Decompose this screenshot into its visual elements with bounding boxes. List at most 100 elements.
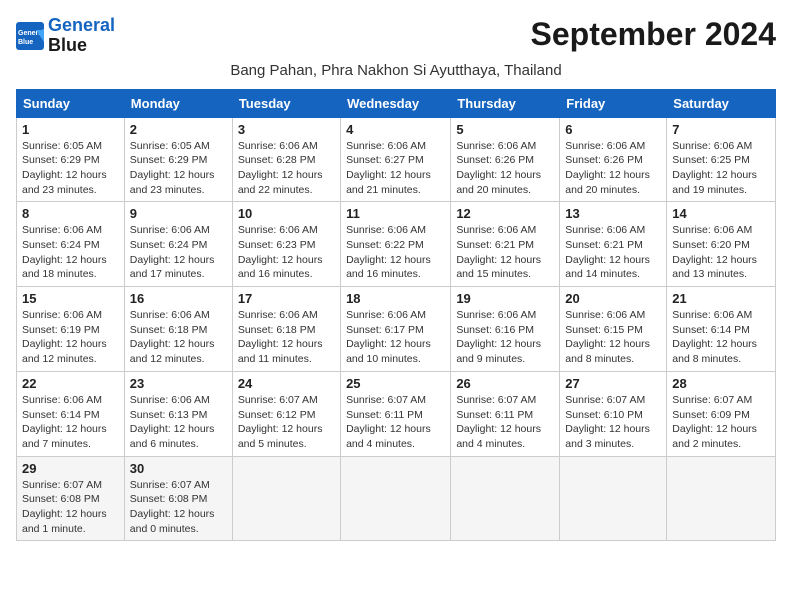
day-info: Sunrise: 6:06 AMSunset: 6:20 PMDaylight:…	[672, 223, 770, 282]
day-number: 24	[238, 376, 335, 391]
day-info: Sunrise: 6:07 AMSunset: 6:11 PMDaylight:…	[456, 393, 554, 452]
day-number: 13	[565, 206, 661, 221]
day-info: Sunrise: 6:06 AMSunset: 6:24 PMDaylight:…	[130, 223, 227, 282]
calendar-cell: 22 Sunrise: 6:06 AMSunset: 6:14 PMDaylig…	[17, 371, 125, 456]
calendar-cell: 3 Sunrise: 6:06 AMSunset: 6:28 PMDayligh…	[232, 117, 340, 202]
calendar-cell: 11 Sunrise: 6:06 AMSunset: 6:22 PMDaylig…	[341, 202, 451, 287]
header-sunday: Sunday	[17, 89, 125, 117]
calendar-cell: 13 Sunrise: 6:06 AMSunset: 6:21 PMDaylig…	[560, 202, 667, 287]
calendar-cell	[667, 456, 776, 541]
calendar-cell: 24 Sunrise: 6:07 AMSunset: 6:12 PMDaylig…	[232, 371, 340, 456]
calendar-cell: 8 Sunrise: 6:06 AMSunset: 6:24 PMDayligh…	[17, 202, 125, 287]
calendar-cell: 5 Sunrise: 6:06 AMSunset: 6:26 PMDayligh…	[451, 117, 560, 202]
subtitle: Bang Pahan, Phra Nakhon Si Ayutthaya, Th…	[16, 62, 776, 79]
day-info: Sunrise: 6:06 AMSunset: 6:18 PMDaylight:…	[130, 308, 227, 367]
day-info: Sunrise: 6:06 AMSunset: 6:15 PMDaylight:…	[565, 308, 661, 367]
month-title-section: September 2024	[531, 16, 776, 53]
day-number: 19	[456, 291, 554, 306]
calendar-cell: 17 Sunrise: 6:06 AMSunset: 6:18 PMDaylig…	[232, 287, 340, 372]
day-number: 2	[130, 122, 227, 137]
day-number: 12	[456, 206, 554, 221]
calendar-cell: 14 Sunrise: 6:06 AMSunset: 6:20 PMDaylig…	[667, 202, 776, 287]
logo: General Blue General Blue	[16, 16, 115, 56]
day-info: Sunrise: 6:06 AMSunset: 6:26 PMDaylight:…	[565, 139, 661, 198]
day-number: 7	[672, 122, 770, 137]
calendar-cell: 10 Sunrise: 6:06 AMSunset: 6:23 PMDaylig…	[232, 202, 340, 287]
day-info: Sunrise: 6:06 AMSunset: 6:21 PMDaylight:…	[565, 223, 661, 282]
calendar-cell	[341, 456, 451, 541]
day-number: 11	[346, 206, 445, 221]
calendar-cell: 1 Sunrise: 6:05 AMSunset: 6:29 PMDayligh…	[17, 117, 125, 202]
month-title: September 2024	[531, 16, 776, 53]
day-info: Sunrise: 6:05 AMSunset: 6:29 PMDaylight:…	[22, 139, 119, 198]
calendar-table: Sunday Monday Tuesday Wednesday Thursday…	[16, 89, 776, 542]
calendar-cell	[451, 456, 560, 541]
day-info: Sunrise: 6:06 AMSunset: 6:28 PMDaylight:…	[238, 139, 335, 198]
day-number: 3	[238, 122, 335, 137]
calendar-cell: 18 Sunrise: 6:06 AMSunset: 6:17 PMDaylig…	[341, 287, 451, 372]
day-number: 16	[130, 291, 227, 306]
day-info: Sunrise: 6:07 AMSunset: 6:09 PMDaylight:…	[672, 393, 770, 452]
day-info: Sunrise: 6:06 AMSunset: 6:19 PMDaylight:…	[22, 308, 119, 367]
calendar-cell: 25 Sunrise: 6:07 AMSunset: 6:11 PMDaylig…	[341, 371, 451, 456]
svg-text:Blue: Blue	[18, 39, 33, 46]
calendar-cell: 30 Sunrise: 6:07 AMSunset: 6:08 PMDaylig…	[124, 456, 232, 541]
calendar-cell: 29 Sunrise: 6:07 AMSunset: 6:08 PMDaylig…	[17, 456, 125, 541]
day-info: Sunrise: 6:06 AMSunset: 6:13 PMDaylight:…	[130, 393, 227, 452]
logo-icon: General Blue	[16, 22, 44, 50]
day-number: 5	[456, 122, 554, 137]
header-thursday: Thursday	[451, 89, 560, 117]
calendar-week-row: 22 Sunrise: 6:06 AMSunset: 6:14 PMDaylig…	[17, 371, 776, 456]
calendar-cell: 28 Sunrise: 6:07 AMSunset: 6:09 PMDaylig…	[667, 371, 776, 456]
calendar-week-row: 15 Sunrise: 6:06 AMSunset: 6:19 PMDaylig…	[17, 287, 776, 372]
day-number: 28	[672, 376, 770, 391]
day-number: 18	[346, 291, 445, 306]
calendar-cell: 19 Sunrise: 6:06 AMSunset: 6:16 PMDaylig…	[451, 287, 560, 372]
day-number: 8	[22, 206, 119, 221]
day-info: Sunrise: 6:07 AMSunset: 6:12 PMDaylight:…	[238, 393, 335, 452]
calendar-cell: 27 Sunrise: 6:07 AMSunset: 6:10 PMDaylig…	[560, 371, 667, 456]
day-info: Sunrise: 6:06 AMSunset: 6:26 PMDaylight:…	[456, 139, 554, 198]
calendar-cell	[560, 456, 667, 541]
calendar-week-row: 1 Sunrise: 6:05 AMSunset: 6:29 PMDayligh…	[17, 117, 776, 202]
day-number: 21	[672, 291, 770, 306]
calendar-cell: 12 Sunrise: 6:06 AMSunset: 6:21 PMDaylig…	[451, 202, 560, 287]
header-friday: Friday	[560, 89, 667, 117]
calendar-header: Sunday Monday Tuesday Wednesday Thursday…	[17, 89, 776, 117]
day-number: 20	[565, 291, 661, 306]
weekday-header-row: Sunday Monday Tuesday Wednesday Thursday…	[17, 89, 776, 117]
day-number: 15	[22, 291, 119, 306]
day-number: 10	[238, 206, 335, 221]
day-info: Sunrise: 6:06 AMSunset: 6:17 PMDaylight:…	[346, 308, 445, 367]
calendar-body: 1 Sunrise: 6:05 AMSunset: 6:29 PMDayligh…	[17, 117, 776, 541]
day-number: 4	[346, 122, 445, 137]
day-info: Sunrise: 6:06 AMSunset: 6:25 PMDaylight:…	[672, 139, 770, 198]
day-info: Sunrise: 6:06 AMSunset: 6:18 PMDaylight:…	[238, 308, 335, 367]
day-number: 27	[565, 376, 661, 391]
calendar-cell: 20 Sunrise: 6:06 AMSunset: 6:15 PMDaylig…	[560, 287, 667, 372]
day-number: 29	[22, 461, 119, 476]
calendar-cell: 9 Sunrise: 6:06 AMSunset: 6:24 PMDayligh…	[124, 202, 232, 287]
day-info: Sunrise: 6:06 AMSunset: 6:14 PMDaylight:…	[22, 393, 119, 452]
day-info: Sunrise: 6:05 AMSunset: 6:29 PMDaylight:…	[130, 139, 227, 198]
calendar-cell: 23 Sunrise: 6:06 AMSunset: 6:13 PMDaylig…	[124, 371, 232, 456]
calendar-cell: 15 Sunrise: 6:06 AMSunset: 6:19 PMDaylig…	[17, 287, 125, 372]
calendar-cell: 7 Sunrise: 6:06 AMSunset: 6:25 PMDayligh…	[667, 117, 776, 202]
header-tuesday: Tuesday	[232, 89, 340, 117]
day-info: Sunrise: 6:06 AMSunset: 6:16 PMDaylight:…	[456, 308, 554, 367]
calendar-cell: 4 Sunrise: 6:06 AMSunset: 6:27 PMDayligh…	[341, 117, 451, 202]
day-number: 6	[565, 122, 661, 137]
day-number: 30	[130, 461, 227, 476]
day-info: Sunrise: 6:06 AMSunset: 6:24 PMDaylight:…	[22, 223, 119, 282]
day-info: Sunrise: 6:06 AMSunset: 6:21 PMDaylight:…	[456, 223, 554, 282]
calendar-week-row: 29 Sunrise: 6:07 AMSunset: 6:08 PMDaylig…	[17, 456, 776, 541]
header-saturday: Saturday	[667, 89, 776, 117]
day-number: 22	[22, 376, 119, 391]
header-monday: Monday	[124, 89, 232, 117]
day-info: Sunrise: 6:06 AMSunset: 6:14 PMDaylight:…	[672, 308, 770, 367]
day-number: 1	[22, 122, 119, 137]
calendar-week-row: 8 Sunrise: 6:06 AMSunset: 6:24 PMDayligh…	[17, 202, 776, 287]
day-info: Sunrise: 6:07 AMSunset: 6:11 PMDaylight:…	[346, 393, 445, 452]
calendar-cell: 26 Sunrise: 6:07 AMSunset: 6:11 PMDaylig…	[451, 371, 560, 456]
calendar-cell	[232, 456, 340, 541]
